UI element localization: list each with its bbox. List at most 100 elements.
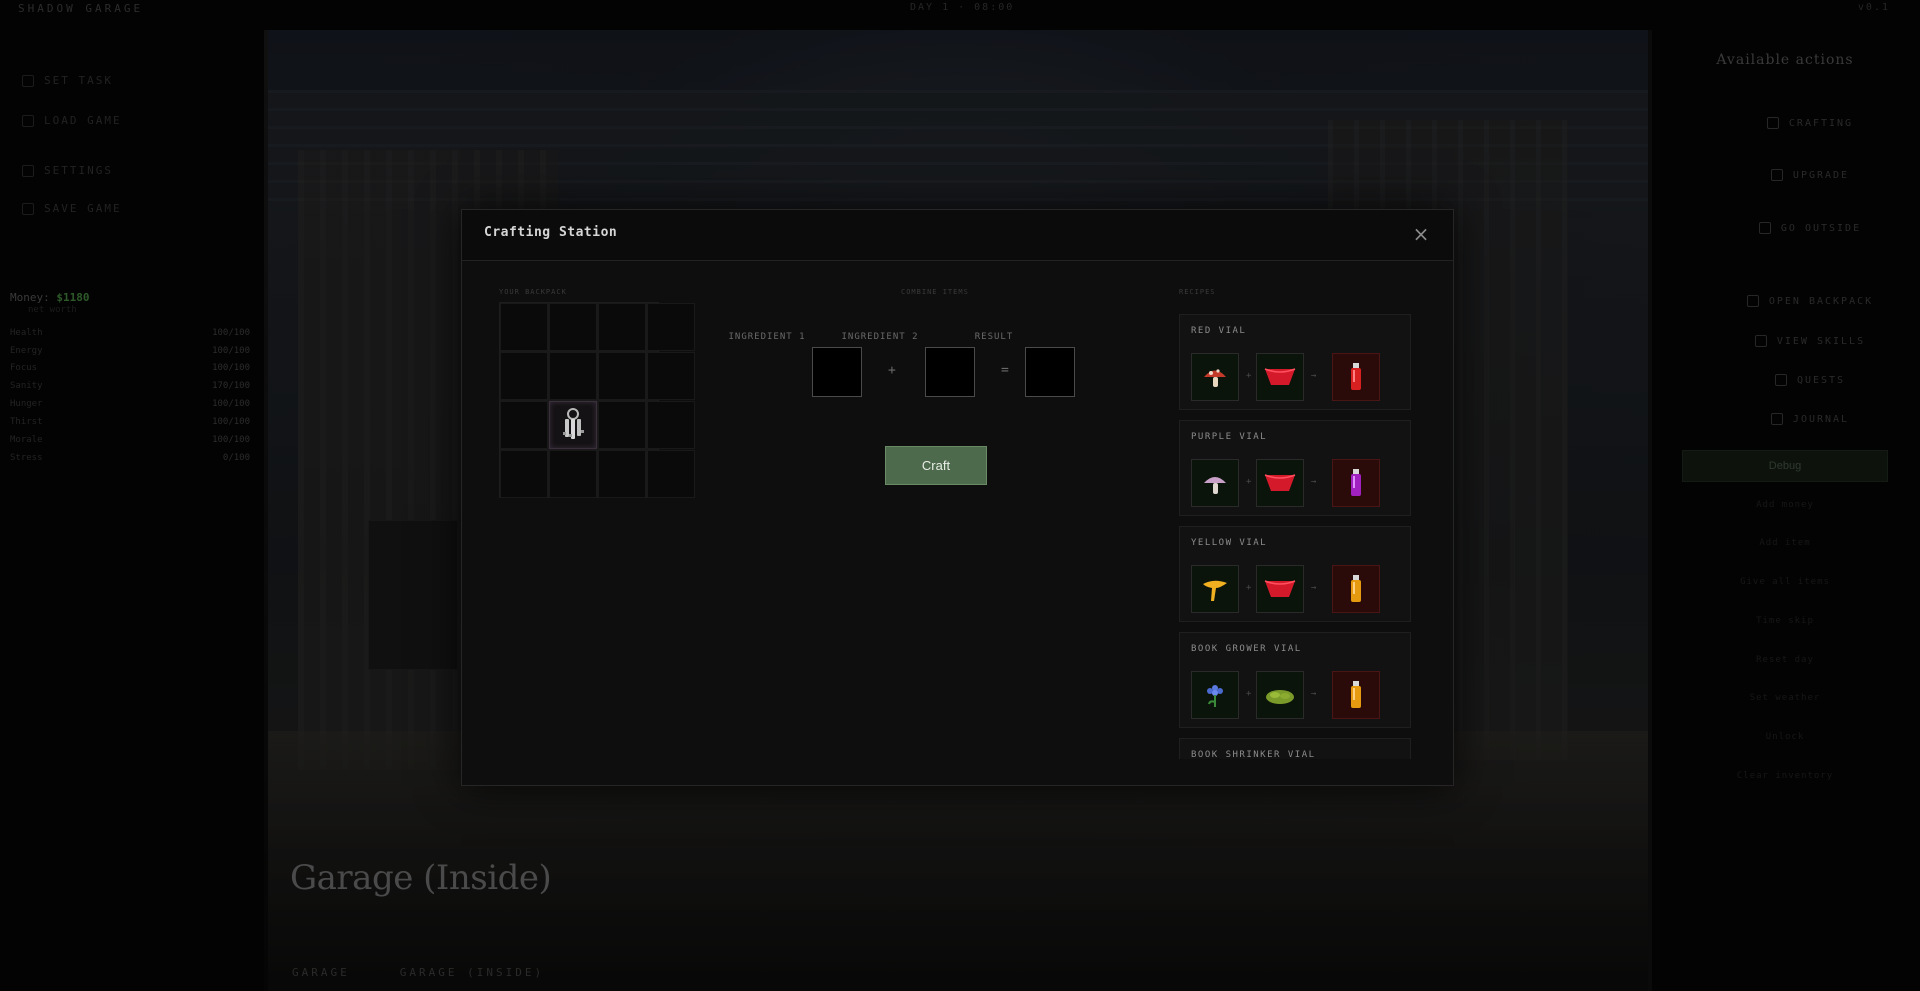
yellow-mushroom-icon: [1203, 580, 1227, 601]
action-label: QUESTS: [1796, 374, 1846, 386]
backpack-slot[interactable]: [598, 352, 646, 400]
backpack-slot[interactable]: [549, 303, 597, 351]
backpack-slot[interactable]: [500, 450, 548, 498]
recipe-ingredient: [1191, 459, 1239, 507]
plus-separator-icon: +: [1246, 371, 1252, 381]
backpack-slot[interactable]: [598, 401, 646, 449]
ingredient-1-slot[interactable]: [812, 347, 862, 397]
modal-header: Crafting Station ×: [462, 210, 1453, 261]
debug-button[interactable]: Debug: [1682, 450, 1888, 482]
sidebar-item-settings[interactable]: SETTINGS: [22, 164, 113, 177]
recipe-card-red-vial[interactable]: RED VIAL + →: [1179, 314, 1411, 410]
backpack-slot[interactable]: [500, 401, 548, 449]
action-view-skills[interactable]: VIEW SKILLS: [1720, 335, 1900, 347]
recipe-name: PURPLE VIAL: [1191, 432, 1268, 442]
arrow-separator-icon: →: [1311, 371, 1317, 381]
recipe-result: [1332, 671, 1380, 719]
backpack-slot[interactable]: [549, 450, 597, 498]
action-label: VIEW SKILLS: [1776, 335, 1866, 347]
sidebar-item-save-game[interactable]: SAVE GAME: [22, 202, 122, 215]
action-journal[interactable]: JOURNAL: [1720, 413, 1900, 425]
backpack-slot[interactable]: [647, 303, 695, 351]
game-version: v0.1: [1857, 2, 1890, 13]
backpack-slot[interactable]: [549, 352, 597, 400]
backpack-slot[interactable]: [598, 303, 646, 351]
yellow-vial-icon: [1351, 575, 1361, 602]
stat-row: Health 100/100: [10, 328, 250, 342]
sidebar-item-label: SET TASK: [44, 74, 113, 87]
money-label: Money:: [10, 291, 50, 304]
debug-item[interactable]: Give all items: [1682, 577, 1888, 587]
action-go-outside[interactable]: GO OUTSIDE: [1720, 222, 1900, 234]
red-vial-icon: [1351, 363, 1361, 390]
recipe-card-purple-vial[interactable]: PURPLE VIAL + →: [1179, 420, 1411, 516]
sidebar-item-label: LOAD GAME: [44, 114, 122, 127]
crafting-modal: Crafting Station × YOUR BACKPACK COMBINE…: [461, 209, 1454, 786]
recipe-name: RED VIAL: [1191, 326, 1247, 336]
debug-item[interactable]: Add money: [1682, 500, 1888, 510]
stat-row: Stress 0/100: [10, 453, 250, 467]
backpack-slot[interactable]: [500, 303, 548, 351]
user-icon: [1754, 335, 1767, 347]
action-crafting[interactable]: CRAFTING: [1720, 117, 1900, 129]
exit-icon: [1758, 222, 1771, 234]
modal-title: Crafting Station: [484, 225, 618, 240]
sidebar-item-load-game[interactable]: LOAD GAME: [22, 114, 122, 127]
recipe-ingredient: [1256, 671, 1304, 719]
actions-title: Available actions: [1716, 52, 1854, 68]
debug-item[interactable]: Time skip: [1682, 616, 1888, 626]
craft-button[interactable]: Craft: [885, 446, 987, 485]
backpack-grid: [499, 302, 695, 498]
money-subtitle: net worth: [28, 305, 77, 315]
close-button[interactable]: ×: [1411, 224, 1431, 244]
debug-item[interactable]: Reset day: [1682, 655, 1888, 665]
sidebar-item-set-task[interactable]: SET TASK: [22, 74, 113, 87]
backpack-section-label: YOUR BACKPACK: [499, 288, 567, 296]
plus-separator-icon: +: [1246, 583, 1252, 593]
action-quests[interactable]: QUESTS: [1720, 374, 1900, 386]
arrow-separator-icon: →: [1311, 689, 1317, 699]
stat-row: Energy 100/100: [10, 346, 250, 360]
recipe-card-yellow-vial[interactable]: YELLOW VIAL + →: [1179, 526, 1411, 622]
location-title: Garage (Inside): [290, 858, 552, 898]
debug-item[interactable]: Clear inventory: [1682, 771, 1888, 781]
stat-row: Morale 100/100: [10, 435, 250, 449]
recipe-result: [1332, 459, 1380, 507]
plus-separator-icon: +: [1246, 689, 1252, 699]
stat-label: Morale: [10, 435, 43, 445]
action-label: OPEN BACKPACK: [1768, 295, 1874, 307]
action-open-backpack[interactable]: OPEN BACKPACK: [1720, 295, 1900, 307]
backpack-slot[interactable]: [598, 450, 646, 498]
left-divider: [264, 30, 268, 991]
scroll-icon: [1774, 374, 1787, 386]
breadcrumb-item[interactable]: GARAGE: [292, 966, 350, 979]
backpack-slot-keys[interactable]: [549, 401, 597, 449]
task-icon: [22, 74, 34, 87]
recipe-card-book-shrinker-vial[interactable]: BOOK SHRINKER VIAL: [1179, 738, 1411, 759]
debug-item[interactable]: Set weather: [1682, 693, 1888, 703]
action-upgrade[interactable]: UPGRADE: [1720, 169, 1900, 181]
stat-label: Hunger: [10, 399, 43, 409]
debug-item[interactable]: Add item: [1682, 538, 1888, 548]
blue-flower-icon: [1207, 685, 1223, 707]
arrow-up-icon: [1770, 169, 1783, 181]
debug-item[interactable]: Unlock: [1682, 732, 1888, 742]
breadcrumb-item[interactable]: GARAGE (INSIDE): [400, 966, 544, 979]
backpack-slot[interactable]: [647, 352, 695, 400]
backpack-slot[interactable]: [500, 352, 548, 400]
recipe-result: [1332, 353, 1380, 401]
result-slot[interactable]: [1025, 347, 1075, 397]
money-value: $1180: [56, 291, 90, 304]
recipe-ingredient: [1191, 353, 1239, 401]
stat-label: Thirst: [10, 417, 43, 427]
sidebar-item-label: SETTINGS: [44, 164, 113, 177]
backpack-slot[interactable]: [647, 401, 695, 449]
action-label: CRAFTING: [1788, 117, 1854, 129]
recipe-result: [1332, 565, 1380, 613]
ingredient-1-label: INGREDIENT 1: [728, 332, 806, 342]
backpack-slot[interactable]: [647, 450, 695, 498]
stat-label: Health: [10, 328, 43, 338]
recipe-card-book-grower-vial[interactable]: BOOK GROWER VIAL + →: [1179, 632, 1411, 728]
ingredient-2-slot[interactable]: [925, 347, 975, 397]
red-mushroom-icon: [1204, 369, 1226, 387]
